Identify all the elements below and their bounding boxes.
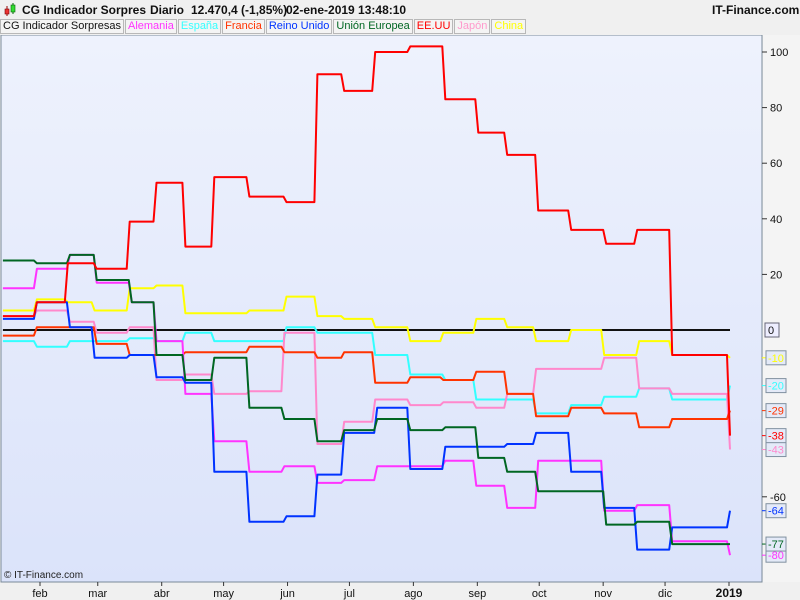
price-label: 12.470,4 (-1,85%) [191, 3, 288, 17]
last-value-label: -43 [768, 445, 784, 457]
legend-item[interactable]: Francia [222, 19, 265, 34]
last-value-label: -80 [768, 550, 784, 562]
x-tick-label: ago [404, 588, 422, 600]
legend-item[interactable]: Japón [454, 19, 491, 34]
y-tick-label: 100 [770, 47, 788, 59]
legend-item[interactable]: CG Indicador Sorpresas [0, 19, 124, 34]
x-tick-label: sep [468, 588, 486, 600]
legend-item[interactable]: Unión Europea [333, 19, 413, 34]
watermark: © IT-Finance.com [4, 570, 83, 581]
last-value-label: -29 [768, 406, 784, 418]
last-value-label: -64 [768, 506, 784, 518]
last-value-label: -38 [768, 431, 784, 443]
last-value-label: -10 [768, 353, 784, 365]
x-axis-panel [0, 583, 800, 600]
y-tick-label: 60 [770, 158, 782, 170]
x-tick-label: jul [343, 588, 355, 600]
x-tick-label: mar [88, 588, 107, 600]
x-tick-label: jun [279, 588, 295, 600]
candlestick-icon [4, 3, 16, 16]
x-tick-label: 2019 [716, 586, 743, 600]
x-tick-label: feb [32, 588, 47, 600]
x-tick-label: may [213, 588, 234, 600]
legend-item[interactable]: China [491, 19, 527, 34]
period-label: Diario [150, 3, 185, 17]
legend-item[interactable]: EE.UU [413, 19, 454, 34]
x-tick-label: abr [154, 588, 170, 600]
chart-title: CG Indicador Sorpres [22, 3, 147, 17]
x-tick-label: oct [532, 588, 547, 600]
chart-header: CG Indicador Sorpres Diario 12.470,4 (-1… [0, 0, 800, 18]
legend-item[interactable]: Alemania [125, 19, 177, 34]
y-tick-label: 20 [770, 269, 782, 281]
last-value-label: -77 [768, 539, 784, 551]
brand-label: IT-Finance.com [712, 3, 800, 17]
zero-label: 0 [768, 325, 774, 337]
datetime-label: 02-ene-2019 13:48:10 [286, 3, 407, 17]
chart: 100 80 60 40 20 -60 0 -10 -20 -43 -29 -80 -64 -77 -38 f… [0, 35, 800, 600]
last-value-label: -20 [768, 381, 784, 393]
y-tick-label: 40 [770, 214, 782, 226]
y-tick-label: 80 [770, 103, 782, 115]
legend-item[interactable]: España [177, 19, 222, 34]
y-tick-label: -60 [770, 492, 786, 504]
legend: CG Indicador Sorpresas Alemania España Fran… [0, 19, 527, 34]
x-tick-label: nov [594, 588, 612, 600]
x-tick-label: dic [658, 588, 673, 600]
legend-item[interactable]: Reino Unido [265, 19, 333, 34]
plot-area[interactable] [0, 35, 763, 583]
